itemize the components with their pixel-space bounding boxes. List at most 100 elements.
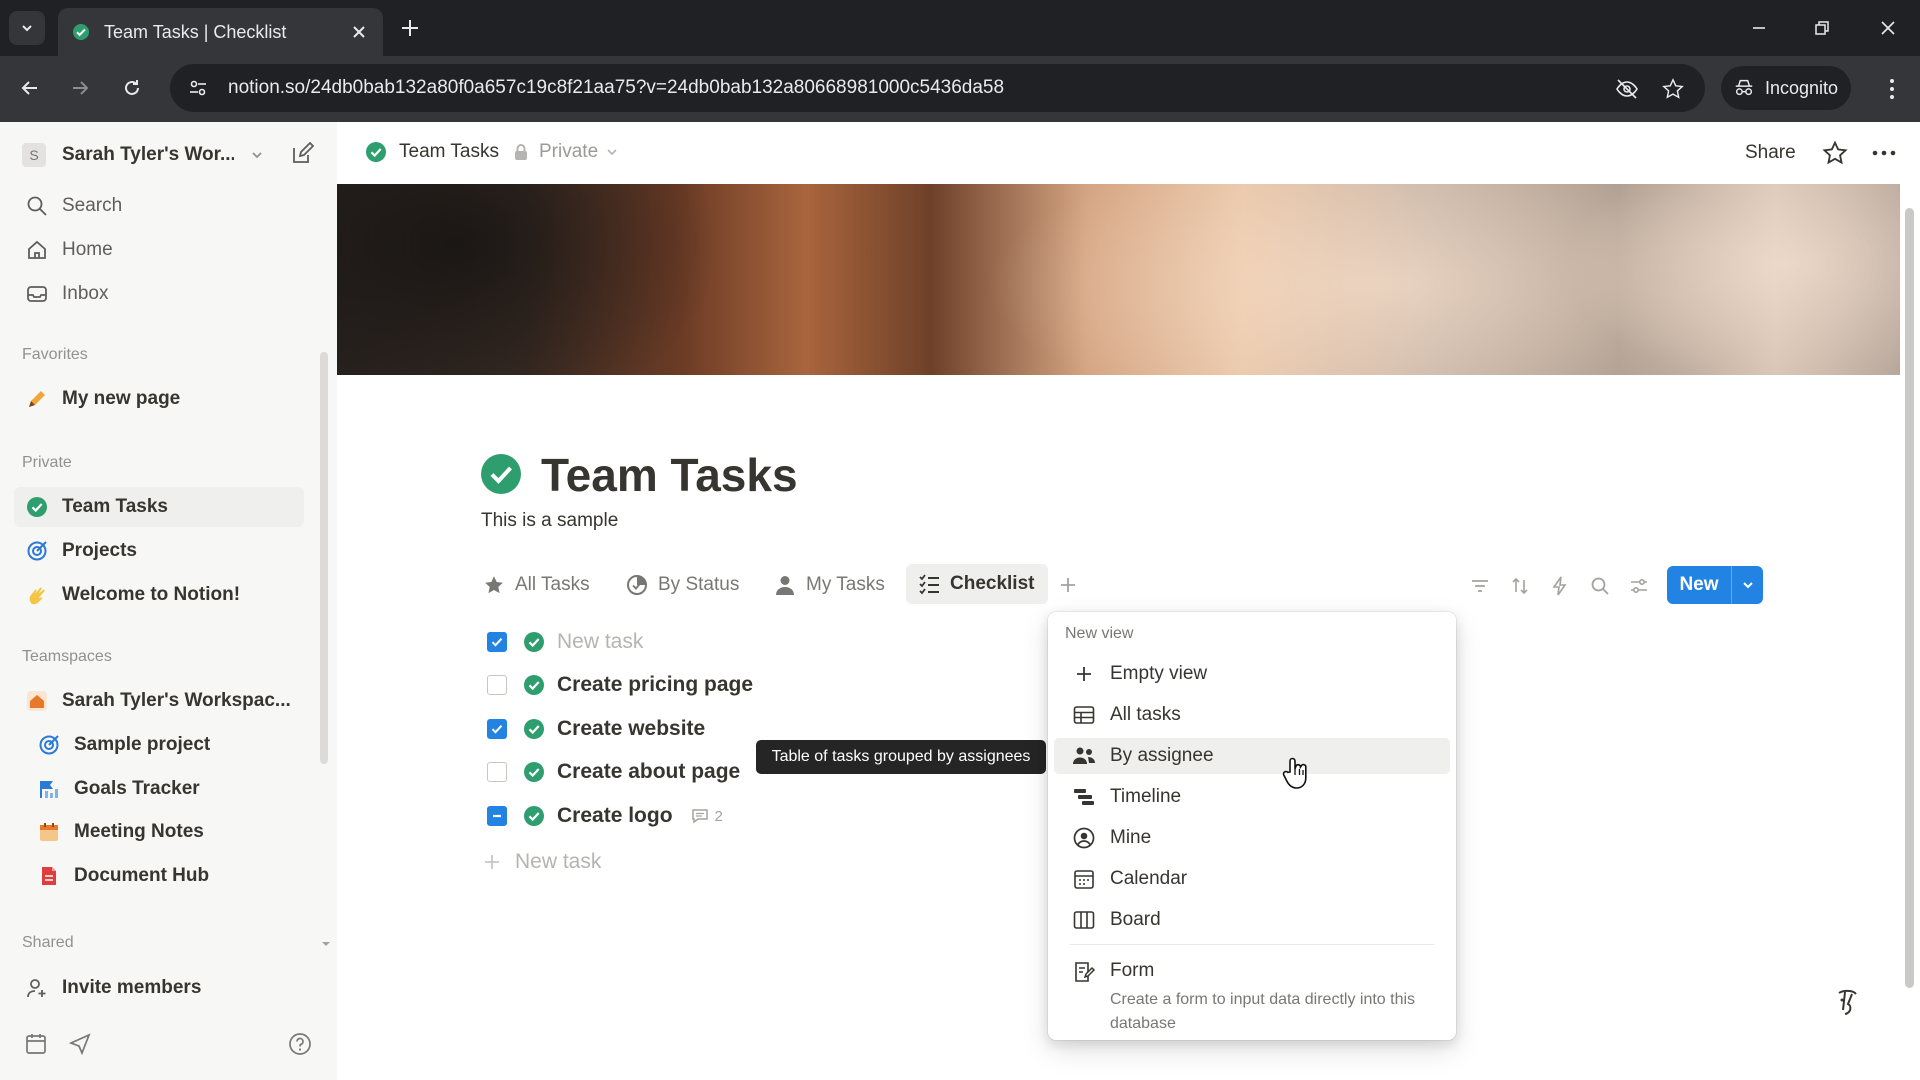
tab-my-tasks[interactable]: My Tasks (774, 570, 885, 600)
sidebar-item-goals-tracker[interactable]: Goals Tracker (14, 769, 304, 809)
browser-tab-active[interactable]: Team Tasks | Checklist (58, 8, 383, 56)
table-icon (1073, 706, 1095, 724)
incognito-label: Incognito (1765, 77, 1839, 98)
plus-icon[interactable] (398, 16, 422, 40)
section-teamspaces[interactable]: Teamspaces (22, 648, 112, 666)
sidebar-item-home[interactable]: Home (14, 230, 304, 270)
menu-item-label: Calendar (1110, 868, 1188, 889)
filter-button[interactable] (1468, 574, 1492, 598)
incognito-badge[interactable]: Incognito (1721, 66, 1851, 110)
menu-item-by-assignee[interactable]: By assignee (1054, 738, 1450, 774)
help-icon[interactable] (288, 1032, 312, 1056)
task-name[interactable]: New task (557, 630, 643, 654)
add-task-button[interactable]: New task (483, 850, 601, 874)
new-button-dropdown[interactable] (1732, 578, 1763, 592)
sidebar-item-document-hub[interactable]: Document Hub (14, 856, 304, 896)
workspace-switcher[interactable]: S Sarah Tyler's Wor... (22, 140, 322, 170)
settings-button[interactable] (1627, 574, 1651, 598)
tab-search-button[interactable] (9, 11, 45, 45)
plus-icon (1077, 667, 1091, 681)
task-name[interactable]: Create website (557, 717, 705, 741)
task-checkbox[interactable] (487, 762, 507, 782)
section-favorites[interactable]: Favorites (22, 346, 88, 364)
task-checkbox[interactable] (487, 632, 507, 652)
plus-icon[interactable] (1058, 575, 1078, 595)
restore-button[interactable] (1808, 14, 1836, 42)
tab-all-tasks[interactable]: All Tasks (483, 570, 590, 600)
sidebar-item-team-tasks[interactable]: Team Tasks (14, 487, 304, 527)
page-scrollbar[interactable] (1900, 184, 1920, 1080)
chevron-down-icon (252, 152, 262, 159)
menu-item-empty-view[interactable]: Empty view (1054, 656, 1450, 692)
reload-button[interactable] (118, 74, 146, 102)
close-icon[interactable] (349, 22, 369, 42)
close-icon (1881, 21, 1895, 35)
sidebar-item-welcome[interactable]: Welcome to Notion! (14, 575, 304, 615)
star-icon[interactable] (1822, 140, 1848, 166)
section-shared[interactable]: Shared (22, 934, 74, 952)
new-page-icon[interactable] (290, 142, 314, 166)
send-icon[interactable] (68, 1032, 92, 1056)
sidebar-item-projects[interactable]: Projects (14, 531, 304, 571)
address-bar[interactable]: notion.so/24db0bab132a80f0a657c19c8f21aa… (170, 64, 1705, 112)
back-button[interactable] (16, 74, 44, 102)
check-circle-icon (524, 806, 544, 826)
cover-image[interactable] (337, 184, 1900, 375)
page-title[interactable]: Team Tasks (541, 448, 798, 502)
comment-count[interactable]: 2 (691, 808, 723, 825)
chevron-down-icon[interactable] (320, 938, 332, 950)
privacy-selector[interactable]: Private (513, 141, 618, 163)
timeline-icon (1074, 789, 1094, 805)
sidebar-item-invite-members[interactable]: Invite members (14, 968, 304, 1008)
ai-assistant-button[interactable] (1822, 978, 1872, 1028)
menu-item-timeline[interactable]: Timeline (1054, 779, 1450, 815)
checklist-icon (919, 574, 939, 595)
list-item[interactable]: Create pricing page (487, 670, 753, 700)
close-window-button[interactable] (1874, 14, 1902, 42)
search-button[interactable] (1588, 574, 1612, 598)
task-checkbox[interactable] (487, 806, 507, 826)
ai-face-icon (1838, 989, 1857, 1015)
bookmark-button[interactable] (1660, 76, 1686, 102)
task-name[interactable]: Create about page (557, 760, 740, 784)
page-description[interactable]: This is a sample (481, 510, 618, 532)
menu-item-form[interactable]: Form Create a form to input data directl… (1054, 952, 1450, 1032)
sidebar-item-label: Welcome to Notion! (62, 584, 241, 605)
task-name[interactable]: Create logo (557, 804, 673, 828)
list-item[interactable]: Create about page (487, 757, 740, 787)
share-button[interactable]: Share (1745, 142, 1796, 164)
sidebar-item-sample-project[interactable]: Sample project (14, 725, 304, 765)
sidebar-item-inbox[interactable]: Inbox (14, 274, 304, 314)
new-button[interactable]: New (1667, 566, 1763, 604)
section-private[interactable]: Private (22, 454, 72, 472)
minimize-button[interactable] (1745, 14, 1773, 42)
sort-button[interactable] (1508, 574, 1532, 598)
search-icon (27, 196, 47, 216)
menu-item-board[interactable]: Board (1054, 902, 1450, 938)
list-item[interactable]: Create logo 2 (487, 801, 723, 831)
task-checkbox[interactable] (487, 719, 507, 739)
sidebar-item-my-new-page[interactable]: My new page (14, 379, 304, 419)
automation-button[interactable] (1548, 574, 1572, 598)
check-circle-icon[interactable] (480, 453, 522, 495)
task-name[interactable]: Create pricing page (557, 673, 753, 697)
menu-item-mine[interactable]: Mine (1054, 820, 1450, 856)
tab-by-status[interactable]: By Status (626, 570, 739, 600)
tracking-protection-button[interactable] (1614, 76, 1640, 102)
calendar-icon[interactable] (24, 1032, 48, 1056)
sidebar-item-teamspace[interactable]: Sarah Tyler's Workspac... (14, 681, 304, 721)
sidebar-item-search[interactable]: Search (14, 186, 304, 226)
tab-checklist[interactable]: Checklist (906, 564, 1049, 604)
menu-item-calendar[interactable]: Calendar (1054, 861, 1450, 897)
breadcrumb[interactable]: Team Tasks (365, 141, 499, 163)
task-checkbox[interactable] (487, 675, 507, 695)
forward-button[interactable] (66, 74, 94, 102)
list-item[interactable]: Create website (487, 714, 705, 744)
menu-item-all-tasks[interactable]: All tasks (1054, 697, 1450, 733)
sidebar-item-meeting-notes[interactable]: Meeting Notes (14, 812, 304, 852)
browser-menu-button[interactable] (1880, 76, 1904, 102)
sidebar-scrollbar[interactable] (320, 352, 328, 764)
site-info-button[interactable] (176, 66, 220, 110)
more-horizontal-icon[interactable] (1871, 142, 1897, 164)
list-item[interactable]: New task (487, 627, 643, 657)
